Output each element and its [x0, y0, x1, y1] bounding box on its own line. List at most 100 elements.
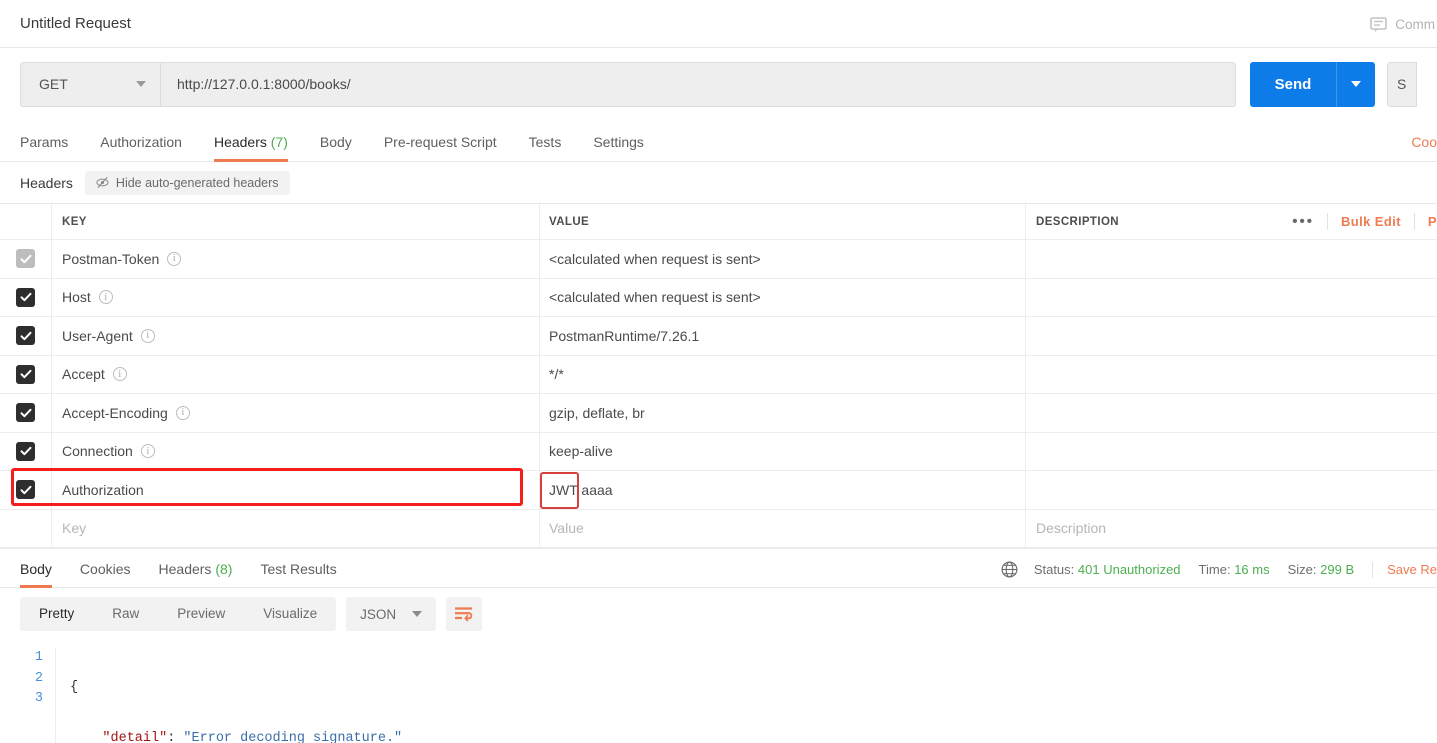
view-mode-raw[interactable]: Raw	[93, 597, 158, 631]
tab-count: (8)	[215, 561, 233, 577]
tab-authorization[interactable]: Authorization	[84, 134, 198, 161]
tab-settings[interactable]: Settings	[577, 134, 660, 161]
header-value-cell[interactable]: keep-alive	[540, 432, 1026, 470]
word-wrap-icon	[455, 607, 473, 622]
send-button[interactable]: Send	[1250, 61, 1336, 107]
header-value-cell[interactable]: JWT aaaa	[540, 471, 1026, 509]
response-tab-test-results[interactable]: Test Results	[246, 561, 350, 587]
header-value-cell[interactable]: PostmanRuntime/7.26.1	[540, 317, 1026, 355]
row-checkbox-cell[interactable]	[0, 240, 52, 278]
row-checkbox-cell[interactable]	[0, 509, 52, 547]
hide-auto-label: Hide auto-generated headers	[115, 175, 279, 190]
table-row: Accept i */*	[0, 355, 1437, 394]
response-tab-headers[interactable]: Headers (8)	[145, 561, 247, 587]
response-view-mode-group: Pretty Raw Preview Visualize	[20, 597, 337, 631]
row-checkbox-cell[interactable]	[0, 471, 52, 509]
url-input[interactable]: http://127.0.0.1:8000/books/	[160, 61, 1236, 107]
hide-auto-generated-headers-button[interactable]: Hide auto-generated headers	[84, 170, 290, 195]
header-description-cell[interactable]	[1026, 317, 1437, 355]
row-checkbox-cell[interactable]	[0, 394, 52, 432]
header-key-cell[interactable]: User-Agent i	[52, 317, 540, 355]
title-bar: Untitled Request Comm	[0, 0, 1437, 48]
send-options-button[interactable]	[1336, 61, 1375, 107]
header-value-cell[interactable]: <calculated when request is sent>	[540, 278, 1026, 316]
response-tab-cookies[interactable]: Cookies	[66, 561, 145, 587]
method-select[interactable]: GET	[20, 61, 160, 107]
response-tabs: Body Cookies Headers (8) Test Results St…	[0, 548, 1437, 588]
code-lines[interactable]: { "detail": "Error decoding signature." …	[56, 648, 402, 743]
response-tab-body[interactable]: Body	[20, 561, 66, 588]
header-key-cell[interactable]: Postman-Token i	[52, 240, 540, 278]
header-key-cell[interactable]: Accept i	[52, 355, 540, 393]
tab-label: Tests	[528, 134, 562, 150]
checkbox-checked[interactable]	[16, 326, 35, 346]
checkbox-checked[interactable]	[16, 364, 35, 384]
header-value-cell[interactable]: <calculated when request is sent>	[540, 240, 1026, 278]
row-checkbox-cell[interactable]	[0, 317, 52, 355]
bulk-edit-button[interactable]: Bulk Edit	[1328, 214, 1414, 229]
checkbox-checked[interactable]	[16, 403, 35, 423]
line-number-gutter: 1 2 3	[20, 648, 56, 743]
checkbox-checked[interactable]	[16, 441, 35, 461]
code-line-2: "detail": "Error decoding signature."	[70, 729, 402, 743]
tab-tests[interactable]: Tests	[513, 134, 578, 161]
header-key-text: Connection	[62, 443, 133, 460]
header-key-cell[interactable]: Authorization	[52, 471, 540, 509]
header-description-cell[interactable]	[1026, 394, 1437, 432]
table-row-empty: Key Value Description	[0, 509, 1437, 548]
table-row: Host i <calculated when request is sent>	[0, 278, 1437, 317]
more-options-icon[interactable]: •••	[1279, 214, 1327, 229]
row-checkbox-cell[interactable]	[0, 278, 52, 316]
header-description-cell[interactable]	[1026, 356, 1437, 394]
cookies-link[interactable]: Coo	[1411, 134, 1437, 150]
new-header-description-input[interactable]: Description	[1026, 510, 1437, 548]
save-button[interactable]: S	[1387, 61, 1417, 107]
column-header-description-label: DESCRIPTION	[1036, 215, 1119, 228]
size-value: 299 B	[1320, 562, 1355, 577]
view-mode-preview[interactable]: Preview	[158, 597, 244, 631]
header-value-cell[interactable]: */*	[540, 355, 1026, 393]
header-value-cell[interactable]: gzip, deflate, br	[540, 394, 1026, 432]
row-checkbox-cell[interactable]	[0, 355, 52, 393]
header-key-cell[interactable]: Connection i	[52, 432, 540, 470]
headers-section-label: Headers	[20, 174, 73, 191]
header-description-cell[interactable]	[1026, 279, 1437, 317]
new-header-key-input[interactable]: Key	[52, 509, 540, 547]
view-mode-visualize[interactable]: Visualize	[244, 597, 336, 631]
header-description-cell[interactable]	[1026, 240, 1437, 278]
word-wrap-button[interactable]	[446, 597, 483, 631]
globe-icon[interactable]	[1001, 561, 1018, 578]
info-icon[interactable]: i	[175, 405, 190, 420]
header-key-cell[interactable]: Host i	[52, 278, 540, 316]
save-response-button[interactable]: Save Re	[1387, 562, 1437, 577]
header-key-text: Accept-Encoding	[62, 404, 168, 421]
presets-button[interactable]: P	[1415, 214, 1437, 229]
header-key-cell[interactable]: Accept-Encoding i	[52, 394, 540, 432]
header-key-text: Authorization	[62, 481, 144, 498]
send-group: Send	[1250, 61, 1375, 107]
checkbox-checked[interactable]	[16, 287, 35, 307]
tab-headers[interactable]: Headers (7)	[198, 134, 304, 162]
info-icon[interactable]: i	[140, 444, 155, 459]
tab-label: Cookies	[79, 561, 131, 577]
response-body-code: 1 2 3 { "detail": "Error decoding signat…	[0, 640, 1437, 743]
header-description-cell[interactable]	[1026, 471, 1437, 509]
comments-label: Comm	[1395, 16, 1435, 32]
row-checkbox-cell[interactable]	[0, 432, 52, 470]
info-icon[interactable]: i	[98, 290, 113, 305]
checkbox-checked-disabled[interactable]	[16, 249, 35, 269]
comments-button[interactable]: Comm	[1370, 17, 1437, 32]
header-description-cell[interactable]	[1026, 433, 1437, 471]
info-icon[interactable]: i	[112, 367, 127, 382]
tab-body[interactable]: Body	[304, 134, 368, 161]
tab-params[interactable]: Params	[20, 134, 84, 161]
checkbox-checked[interactable]	[16, 480, 35, 500]
tab-label: Test Results	[260, 561, 337, 577]
info-icon[interactable]: i	[140, 328, 155, 343]
new-header-value-input[interactable]: Value	[540, 509, 1026, 547]
view-mode-pretty[interactable]: Pretty	[20, 597, 93, 631]
header-checkbox-cell	[0, 204, 52, 239]
info-icon[interactable]: i	[167, 251, 182, 266]
tab-pre-request-script[interactable]: Pre-request Script	[368, 134, 513, 161]
response-format-select[interactable]: JSON	[346, 597, 437, 631]
